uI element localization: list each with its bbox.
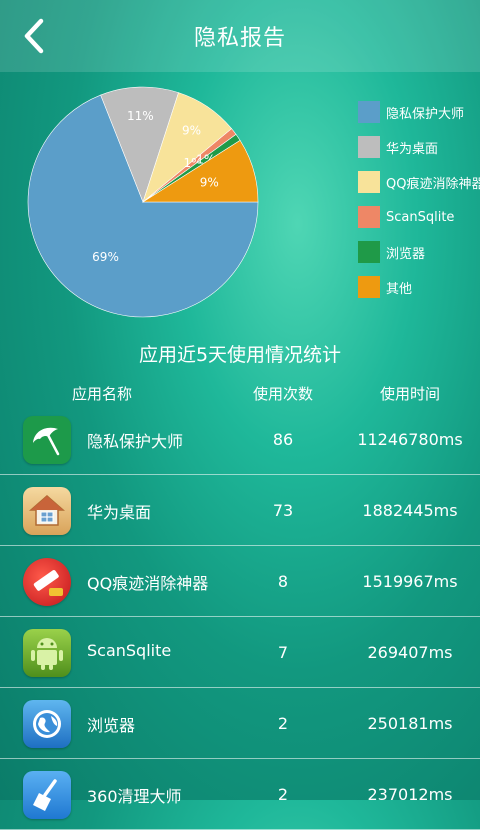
usage-count: 2: [277, 714, 289, 733]
usage-time: 269407ms: [367, 643, 453, 662]
usage-time: 11246780ms: [357, 430, 463, 449]
legend-item: 华为桌面: [358, 135, 480, 159]
column-header-name: 应用名称: [71, 385, 132, 403]
app-name: 360清理大师: [87, 787, 182, 806]
page-title: 隐私报告: [193, 26, 286, 51]
legend-label: 浏览器: [386, 246, 426, 262]
table-row[interactable]: ScanSqlite 7 269407ms: [0, 617, 480, 688]
legend-label: ScanSqlite: [386, 209, 455, 225]
legend-label: 其他: [386, 281, 413, 297]
usage-time: 1882445ms: [362, 501, 458, 520]
app-name: 浏览器: [87, 716, 136, 735]
legend-swatch: [358, 206, 380, 228]
usage-time: 250181ms: [367, 714, 453, 733]
globe-icon: [23, 700, 71, 748]
legend-label: QQ痕迹消除神器: [386, 176, 480, 192]
usage-time: 1519967ms: [362, 572, 458, 591]
back-button[interactable]: [14, 14, 54, 58]
legend-item: 浏览器: [358, 240, 480, 264]
app-name: ScanSqlite: [87, 641, 172, 660]
legend-item: QQ痕迹消除神器: [358, 170, 480, 194]
chart-legend: 隐私保护大师 华为桌面 QQ痕迹消除神器 ScanSqlite 浏览器其他: [358, 100, 480, 310]
eraser-icon: [23, 558, 71, 606]
table-row[interactable]: 浏览器 2 250181ms: [0, 688, 480, 759]
legend-swatch: [358, 171, 380, 193]
legend-label: 华为桌面: [386, 141, 439, 157]
usage-count: 2: [277, 785, 289, 804]
legend-swatch: [358, 101, 380, 123]
table-row[interactable]: 隐私保护大师 86 11246780ms: [0, 404, 480, 475]
usage-count: 86: [272, 430, 294, 449]
app-name: 隐私保护大师: [87, 432, 184, 451]
legend-label: 隐私保护大师: [386, 106, 465, 122]
app-name: QQ痕迹消除神器: [87, 574, 209, 593]
pie-slice-label: 11%: [127, 109, 154, 123]
stats-title: 应用近5天使用情况统计: [138, 344, 342, 366]
app-usage-list: 隐私保护大师 86 11246780ms 华为桌面 73 1882445ms Q…: [0, 404, 480, 830]
usage-count: 8: [277, 572, 289, 591]
pie-slice-label: 9%: [182, 124, 201, 138]
legend-item: ScanSqlite: [358, 205, 480, 229]
legend-swatch: [358, 276, 380, 298]
column-header-time: 使用时间: [379, 385, 440, 403]
legend-item: 隐私保护大师: [358, 100, 480, 124]
usage-count: 7: [277, 643, 289, 662]
usage-pie-chart: 69% 11% 9% 1% 1% 9% 隐私保护大师 华为桌面 QQ痕迹消除神器 ScanSql…: [0, 72, 480, 342]
broom-icon: [23, 771, 71, 819]
pie-chart-svg: 69%11%9%1%1%9%: [27, 86, 259, 318]
chevron-left-icon: [24, 18, 44, 54]
pie-slice-label: 69%: [92, 250, 119, 264]
legend-swatch: [358, 136, 380, 158]
title-bar: 隐私报告: [0, 0, 480, 72]
table-row[interactable]: 华为桌面 73 1882445ms: [0, 475, 480, 546]
house-icon: [23, 487, 71, 535]
pie-slice-label: 9%: [200, 176, 219, 190]
umbrella-icon: [23, 416, 71, 464]
table-row[interactable]: QQ痕迹消除神器 8 1519967ms: [0, 546, 480, 617]
usage-count: 73: [272, 501, 294, 520]
usage-time: 237012ms: [367, 785, 453, 804]
legend-item: 其他: [358, 275, 480, 299]
table-row[interactable]: 360清理大师 2 237012ms: [0, 759, 480, 830]
legend-swatch: [358, 241, 380, 263]
column-header-count: 使用次数: [252, 385, 313, 403]
android-icon: [23, 629, 71, 677]
app-name: 华为桌面: [87, 503, 152, 522]
